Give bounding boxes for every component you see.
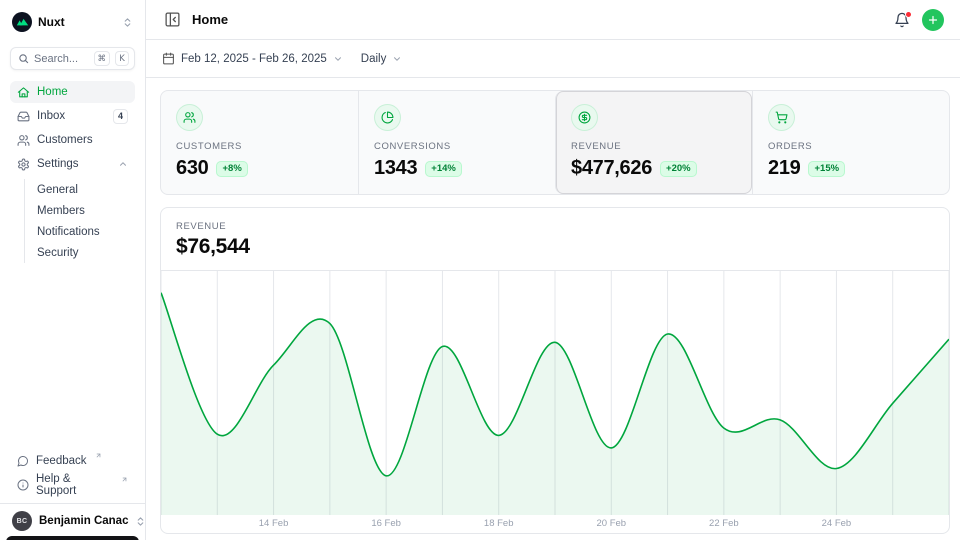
kbd-k: K [115, 51, 129, 66]
stat-card-orders[interactable]: ORDERS 219 +15% [752, 91, 949, 194]
workspace-name: Nuxt [38, 15, 116, 29]
sidebar-item-home[interactable]: Home [10, 81, 135, 103]
search-input[interactable]: ⌘ K [10, 47, 135, 70]
x-tick-label: 24 Feb [822, 518, 852, 529]
revenue-area-chart[interactable] [161, 271, 949, 515]
chevron-down-icon [333, 54, 343, 64]
period-label: Daily [361, 53, 387, 65]
sidebar-item-notifications[interactable]: Notifications [25, 221, 135, 242]
search-icon [18, 53, 29, 64]
panel-left-close-icon [164, 11, 181, 28]
chart-header: REVENUE $76,544 [161, 208, 949, 271]
pie-chart-icon [374, 104, 401, 131]
stat-value: 1343 [374, 157, 417, 180]
stat-label: CONVERSIONS [374, 141, 540, 152]
stat-delta-badge: +15% [808, 161, 845, 177]
nuxt-logo-icon [12, 12, 32, 32]
x-tick-label: 20 Feb [596, 518, 626, 529]
stat-label: REVENUE [571, 141, 737, 152]
stat-card-conversions[interactable]: CONVERSIONS 1343 +14% [358, 91, 555, 194]
sidebar-item-label: Feedback [36, 455, 87, 467]
stat-label: ORDERS [768, 141, 934, 152]
sidebar-item-label: Inbox [37, 110, 106, 122]
sidebar-item-general[interactable]: General [25, 179, 135, 200]
x-tick-label: 16 Feb [371, 518, 401, 529]
home-icon [17, 86, 30, 99]
stat-value: $477,626 [571, 157, 652, 180]
settings-subnav: General Members Notifications Security [24, 179, 135, 263]
sidebar-nav: Home Inbox 4 Customers Settings [10, 81, 135, 263]
sidebar-footer: Feedback Help & Support [0, 450, 145, 503]
stat-label: CUSTOMERS [176, 141, 343, 152]
sidebar-item-label: Customers [37, 134, 128, 146]
search-field[interactable] [34, 53, 89, 65]
period-select[interactable]: Daily [361, 53, 403, 65]
x-tick-label: 14 Feb [259, 518, 289, 529]
dollar-circle-icon [571, 104, 598, 131]
notification-dot [905, 11, 912, 18]
plus-icon [927, 14, 939, 26]
sidebar-item-label: Help & Support [36, 473, 113, 497]
revenue-chart-card: REVENUE $76,544 14 Feb 16 Feb 18 Feb 20 Feb… [160, 207, 950, 534]
sidebar-item-members[interactable]: Members [25, 200, 135, 221]
user-name: Benjamin Canac [39, 515, 128, 527]
calendar-icon [162, 52, 175, 65]
stat-value: 630 [176, 157, 208, 180]
page-title: Home [192, 12, 228, 27]
chevrons-up-down-icon [122, 17, 133, 28]
shopping-cart-icon [768, 104, 795, 131]
inbox-icon [17, 110, 30, 123]
kbd-cmd: ⌘ [94, 51, 111, 66]
workspace-switcher[interactable]: Nuxt [10, 10, 135, 34]
avatar: BC [12, 511, 32, 531]
message-icon [17, 455, 29, 467]
stat-delta-badge: +8% [216, 161, 247, 177]
sidebar-item-label: Home [37, 86, 128, 98]
external-link-icon [95, 452, 102, 459]
collapse-sidebar-button[interactable] [162, 9, 183, 30]
topbar-actions [892, 9, 944, 31]
sidebar-item-help-support[interactable]: Help & Support [10, 474, 135, 496]
app-window: Nuxt ⌘ K Home Inbo [0, 0, 960, 540]
stat-value: 219 [768, 157, 800, 180]
chevrons-up-down-icon [135, 516, 146, 527]
sidebar-item-inbox[interactable]: Inbox 4 [10, 105, 135, 127]
chart-current-value: $76,544 [176, 235, 934, 259]
stat-card-customers[interactable]: CUSTOMERS 630 +8% [161, 91, 358, 194]
chart-title: REVENUE [176, 221, 934, 232]
user-menu[interactable]: BC Benjamin Canac [0, 503, 145, 540]
sidebar: Nuxt ⌘ K Home Inbo [0, 0, 146, 540]
sidebar-item-security[interactable]: Security [25, 242, 135, 263]
date-range-label: Feb 12, 2025 - Feb 26, 2025 [181, 53, 327, 65]
dashboard-content: CUSTOMERS 630 +8% CONVERSIONS 1343 +14% [146, 78, 960, 534]
sidebar-item-customers[interactable]: Customers [10, 129, 135, 151]
users-icon [17, 134, 30, 147]
chart-x-axis-labels: 14 Feb 16 Feb 18 Feb 20 Feb 22 Feb 24 Feb [161, 515, 949, 533]
filters-toolbar: Feb 12, 2025 - Feb 26, 2025 Daily [146, 40, 960, 78]
sidebar-item-settings[interactable]: Settings [10, 153, 135, 175]
inbox-count-badge: 4 [113, 109, 128, 124]
external-link-icon [121, 476, 128, 483]
stats-row: CUSTOMERS 630 +8% CONVERSIONS 1343 +14% [160, 90, 950, 195]
chevron-down-icon [392, 54, 402, 64]
notifications-button[interactable] [892, 10, 912, 30]
main-panel: Home Feb 12, 2025 - Feb 26, 2025 [146, 0, 960, 540]
sidebar-item-feedback[interactable]: Feedback [10, 450, 135, 472]
x-tick-label: 22 Feb [709, 518, 739, 529]
x-tick-label: 18 Feb [484, 518, 514, 529]
stat-delta-badge: +20% [660, 161, 697, 177]
bottom-dark-bar [6, 536, 139, 540]
info-icon [17, 479, 29, 491]
topbar: Home [146, 0, 960, 40]
users-icon [176, 104, 203, 131]
chevron-up-icon [118, 159, 128, 169]
stat-card-revenue[interactable]: REVENUE $477,626 +20% [555, 91, 752, 194]
gear-icon [17, 158, 30, 171]
add-button[interactable] [922, 9, 944, 31]
stat-delta-badge: +14% [425, 161, 462, 177]
date-range-picker[interactable]: Feb 12, 2025 - Feb 26, 2025 [162, 52, 343, 65]
sidebar-item-label: Settings [37, 158, 111, 170]
